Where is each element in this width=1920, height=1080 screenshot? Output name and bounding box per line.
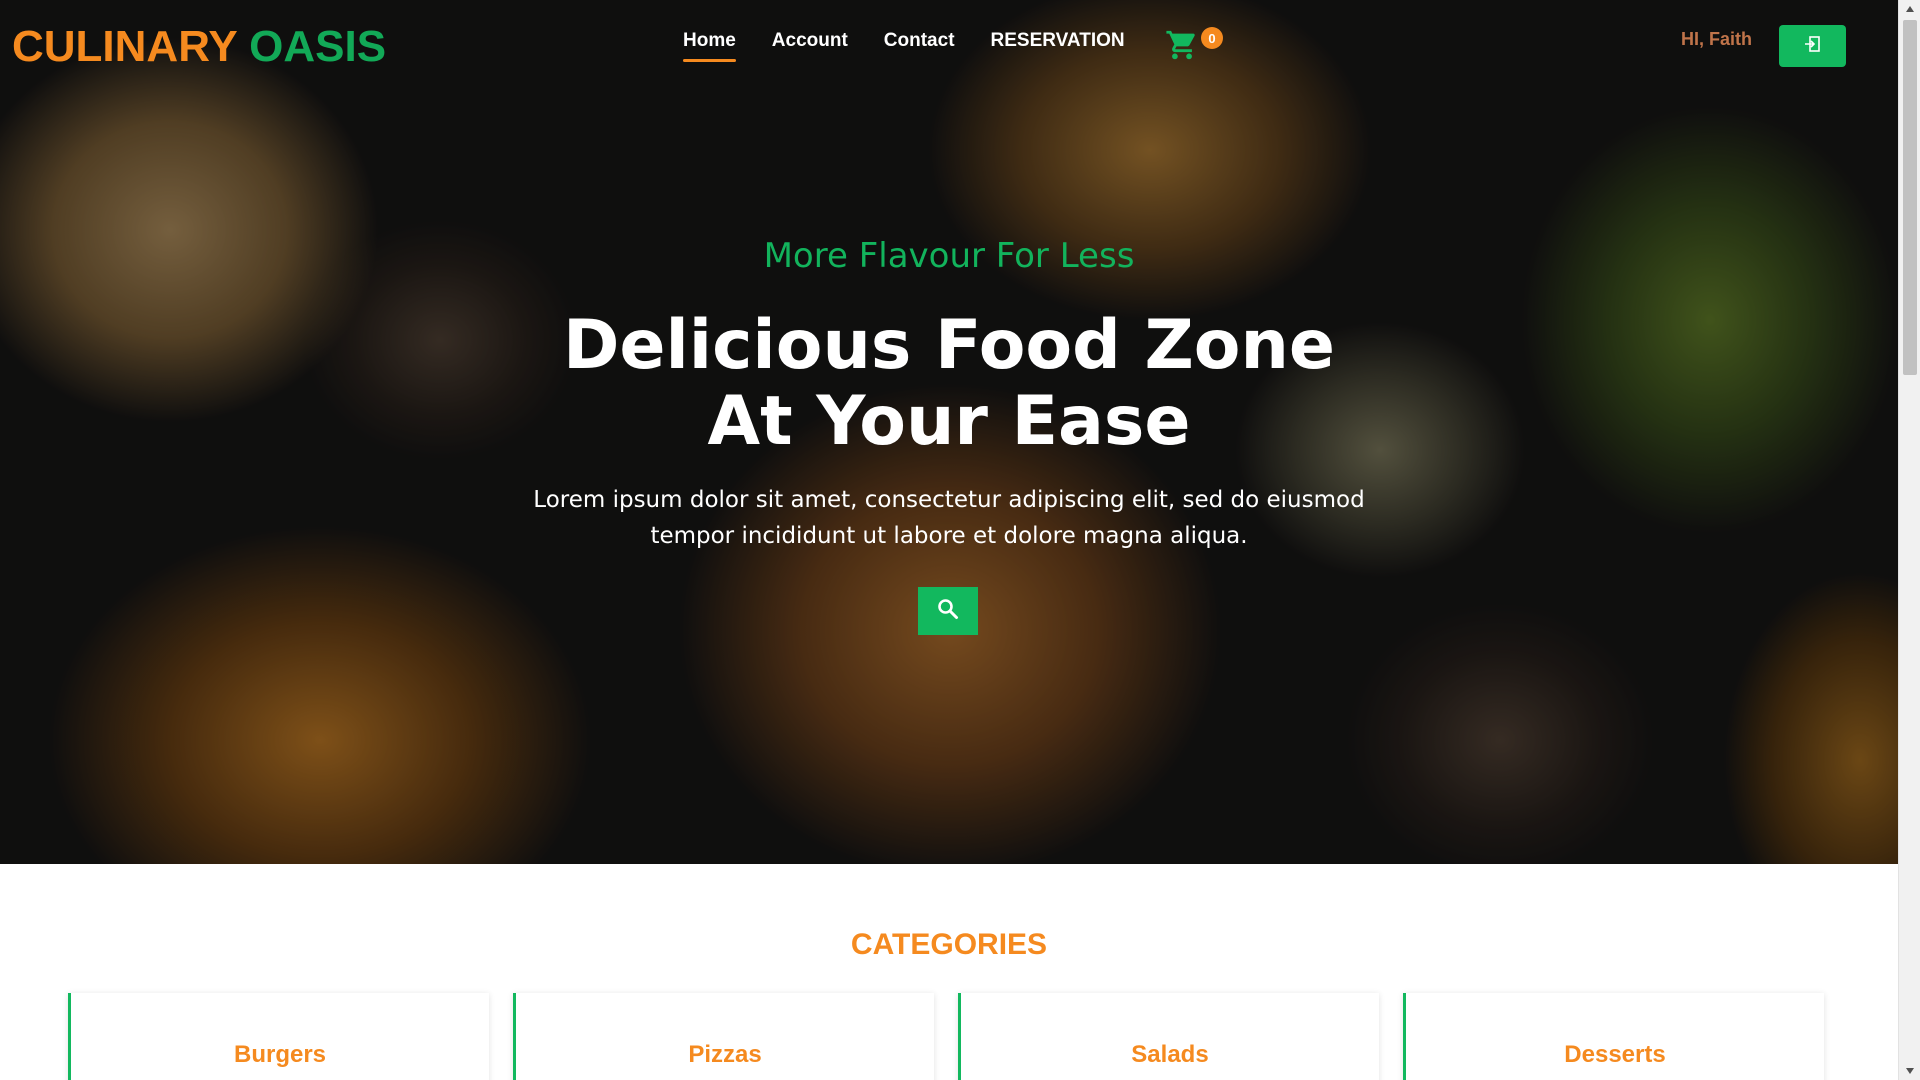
category-card-desserts[interactable]: Desserts — [1403, 993, 1824, 1080]
hero-headline: Delicious Food Zone At Your Ease — [0, 308, 1898, 460]
nav-links: Home Account Contact RESERVATION — [683, 30, 1125, 62]
category-card-salads[interactable]: Salads — [958, 993, 1379, 1080]
scroll-up-arrow-icon[interactable] — [1899, 0, 1920, 18]
brand-logo[interactable]: CULINARY OASIS — [12, 22, 386, 72]
logout-icon — [1804, 35, 1822, 57]
hero-description: Lorem ipsum dolor sit amet, consectetur … — [533, 487, 1365, 549]
category-cards: Burgers Pizzas Salads Desserts — [68, 993, 1824, 1080]
search-icon — [936, 597, 960, 625]
nav-link-account[interactable]: Account — [772, 30, 848, 62]
category-card-burgers[interactable]: Burgers — [68, 993, 489, 1080]
page-scrollbar[interactable] — [1898, 0, 1920, 1080]
nav-link-reservation[interactable]: RESERVATION — [991, 30, 1125, 62]
brand-word-1: CULINARY — [12, 22, 237, 71]
categories-title: CATEGORIES — [850, 928, 1048, 961]
hero-headline-line-1: Delicious Food Zone — [562, 306, 1336, 385]
category-label: Salads — [1131, 1041, 1209, 1068]
cart-icon[interactable] — [1164, 28, 1204, 64]
user-greeting: HI, Faith — [1681, 29, 1752, 49]
search-button[interactable] — [918, 587, 978, 635]
scrollbar-thumb[interactable] — [1903, 20, 1917, 375]
category-label: Pizzas — [688, 1041, 762, 1068]
cart-count-badge: 0 — [1201, 27, 1223, 49]
logout-button[interactable] — [1779, 25, 1846, 67]
brand-word-2: OASIS — [249, 22, 387, 71]
hero-headline-line-2: At Your Ease — [707, 382, 1191, 461]
category-label: Desserts — [1564, 1041, 1666, 1068]
scroll-down-arrow-icon[interactable] — [1899, 1062, 1920, 1080]
nav-link-contact[interactable]: Contact — [884, 30, 955, 62]
category-card-pizzas[interactable]: Pizzas — [513, 993, 934, 1080]
category-label: Burgers — [233, 1041, 327, 1068]
navbar: CULINARY OASIS Home Account Contact RESE… — [0, 0, 1898, 90]
hero-tagline: More Flavour For Less — [763, 236, 1135, 276]
nav-link-home[interactable]: Home — [683, 30, 736, 62]
